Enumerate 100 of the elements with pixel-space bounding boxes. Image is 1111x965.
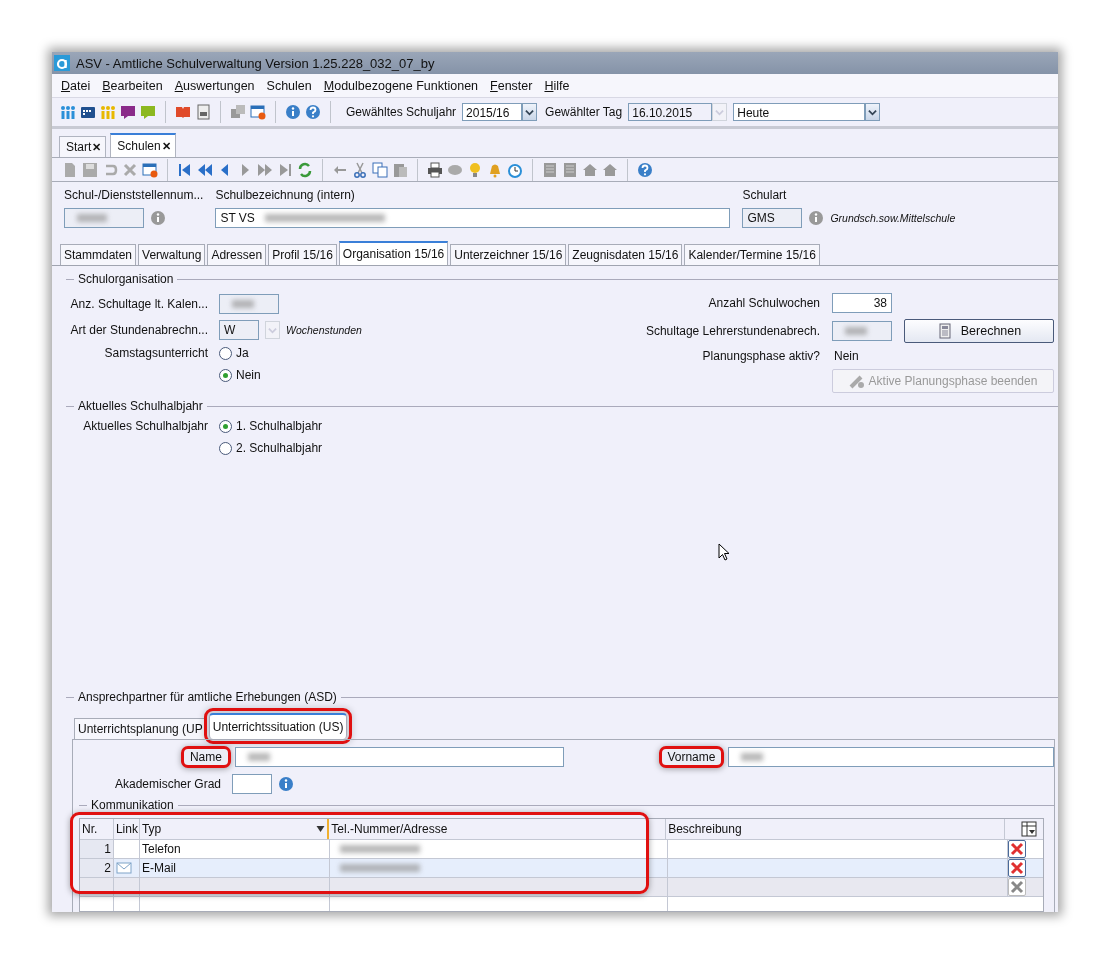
- school-type-description: Grundsch.sow.Mittelschule: [830, 212, 956, 224]
- first-name-field[interactable]: [728, 747, 1054, 767]
- help-icon[interactable]: [305, 104, 321, 120]
- info-icon[interactable]: [808, 210, 825, 226]
- chevron-down-icon: [268, 325, 277, 335]
- tab[interactable]: Adressen: [207, 244, 267, 265]
- info-icon[interactable]: [150, 210, 166, 226]
- notebook-icon[interactable]: [195, 104, 211, 120]
- delete-icon[interactable]: [1009, 860, 1025, 876]
- school-year-label: Gewähltes Schuljahr: [346, 105, 457, 119]
- first-icon[interactable]: [177, 161, 193, 178]
- field-label: Name: [181, 746, 231, 768]
- field-label: Anz. Schultage lt. Kalen...: [69, 297, 208, 311]
- school-number-field[interactable]: [64, 208, 144, 228]
- info-icon[interactable]: [278, 776, 295, 792]
- rewind-icon[interactable]: [197, 161, 213, 178]
- envelope-icon[interactable]: [116, 860, 132, 876]
- day-label: Gewählter Tag: [545, 105, 623, 119]
- tab[interactable]: Profil 15/16: [268, 244, 337, 265]
- list-icon[interactable]: [562, 161, 578, 178]
- document-tab[interactable]: Schulen✕: [110, 133, 176, 157]
- book-icon[interactable]: [175, 104, 191, 120]
- teacher-days-field[interactable]: [832, 321, 892, 341]
- school-name-field[interactable]: ST VS: [215, 208, 731, 228]
- copy-icon[interactable]: [372, 161, 388, 178]
- window-icon[interactable]: [250, 104, 266, 120]
- column-header[interactable]: Beschreibung: [666, 819, 1006, 839]
- list-icon[interactable]: [542, 161, 558, 178]
- help-icon[interactable]: [637, 161, 653, 178]
- tab[interactable]: Kalender/Termine 15/16: [684, 244, 820, 265]
- radio-button[interactable]: [219, 368, 232, 382]
- column-header[interactable]: Tel.-Nummer/Adresse: [329, 819, 667, 839]
- menu-item[interactable]: Fenster: [484, 78, 539, 93]
- close-icon[interactable]: ✕: [161, 139, 171, 153]
- sort-arrow-icon: [316, 826, 326, 832]
- save-icon[interactable]: [82, 161, 98, 178]
- day-mode-field[interactable]: Heute: [733, 103, 866, 121]
- menu-item[interactable]: Auswertungen: [168, 78, 261, 93]
- column-chooser-icon[interactable]: [1021, 821, 1038, 837]
- house-icon[interactable]: [602, 161, 618, 178]
- app-logo-icon: [54, 55, 70, 71]
- windows-icon[interactable]: [230, 104, 246, 120]
- calculator-icon[interactable]: [936, 323, 953, 339]
- tab[interactable]: Stammdaten: [60, 244, 137, 265]
- document-tab[interactable]: Start✕: [59, 136, 107, 157]
- tab[interactable]: Zeugnisdaten 15/16: [568, 244, 683, 265]
- menu-item[interactable]: Bearbeiten: [96, 78, 169, 93]
- calculate-button[interactable]: Berechnen: [904, 319, 1054, 343]
- table-cell: E-Mail: [140, 859, 330, 877]
- column-header[interactable]: Typ: [139, 819, 330, 839]
- tab[interactable]: Unterrichtsplanung (UP: [74, 718, 207, 739]
- menu-item[interactable]: Schulen: [260, 78, 318, 93]
- planning-phase-value: Nein: [833, 349, 860, 363]
- school-type-field[interactable]: GMS: [742, 208, 803, 228]
- billing-type-field[interactable]: W: [219, 320, 259, 340]
- column-header[interactable]: Nr.: [80, 819, 114, 839]
- blurred-value: [77, 214, 107, 222]
- field-label: Schultage Lehrerstundenabrech.: [644, 324, 820, 338]
- academic-degree-field[interactable]: [232, 774, 273, 794]
- table-cell: Telefon: [140, 840, 330, 858]
- column-header[interactable]: Link: [113, 819, 140, 839]
- form-icon[interactable]: [142, 161, 158, 178]
- speech-bubble-icon[interactable]: [120, 104, 136, 120]
- menu-item[interactable]: Modulbezogene Funktionen: [317, 78, 485, 93]
- last-icon[interactable]: [277, 161, 293, 178]
- fast-forward-icon[interactable]: [257, 161, 273, 178]
- menu-item[interactable]: Datei: [55, 78, 97, 93]
- printer-icon[interactable]: [427, 161, 443, 178]
- school-days-field[interactable]: [219, 294, 279, 314]
- section-title: Kommunikation: [91, 798, 174, 812]
- date-field[interactable]: 16.10.2015: [628, 103, 713, 121]
- light-bulb-icon[interactable]: [467, 161, 483, 178]
- close-icon[interactable]: ✕: [92, 140, 102, 154]
- name-field[interactable]: [234, 747, 564, 767]
- document-icon[interactable]: [62, 161, 78, 178]
- radio-button[interactable]: [219, 419, 232, 433]
- chevron-down-icon: [525, 107, 535, 117]
- section-title: Aktuelles Schulhalbjahr: [78, 399, 203, 413]
- cut-icon[interactable]: [352, 161, 368, 178]
- dropdown-button[interactable]: [522, 103, 538, 121]
- tab[interactable]: Organisation 15/16: [338, 241, 449, 265]
- field-label: Samstagsunterricht: [103, 346, 208, 360]
- school-weeks-field[interactable]: 38: [832, 293, 892, 313]
- alarm-clock-icon[interactable]: [507, 161, 523, 178]
- house-icon[interactable]: [582, 161, 598, 178]
- refresh-icon[interactable]: [297, 161, 313, 178]
- field-label: Planungsphase aktiv?: [701, 349, 820, 363]
- paste-icon[interactable]: [392, 161, 408, 178]
- radio-button[interactable]: [219, 346, 232, 360]
- tab[interactable]: Verwaltung: [138, 244, 206, 265]
- info-icon[interactable]: [285, 104, 301, 120]
- delete-icon[interactable]: [1009, 841, 1025, 857]
- menu-item[interactable]: Hilfe: [538, 78, 576, 93]
- tab[interactable]: Unterzeichner 15/16: [450, 244, 567, 265]
- dropdown-button[interactable]: [865, 103, 881, 121]
- id-card-icon[interactable]: [80, 104, 96, 120]
- table-row[interactable]: 2 E-Mail: [80, 859, 1043, 878]
- blurred-value: [247, 753, 270, 761]
- radio-button[interactable]: [219, 441, 232, 455]
- school-year-field[interactable]: 2015/16: [462, 103, 523, 121]
